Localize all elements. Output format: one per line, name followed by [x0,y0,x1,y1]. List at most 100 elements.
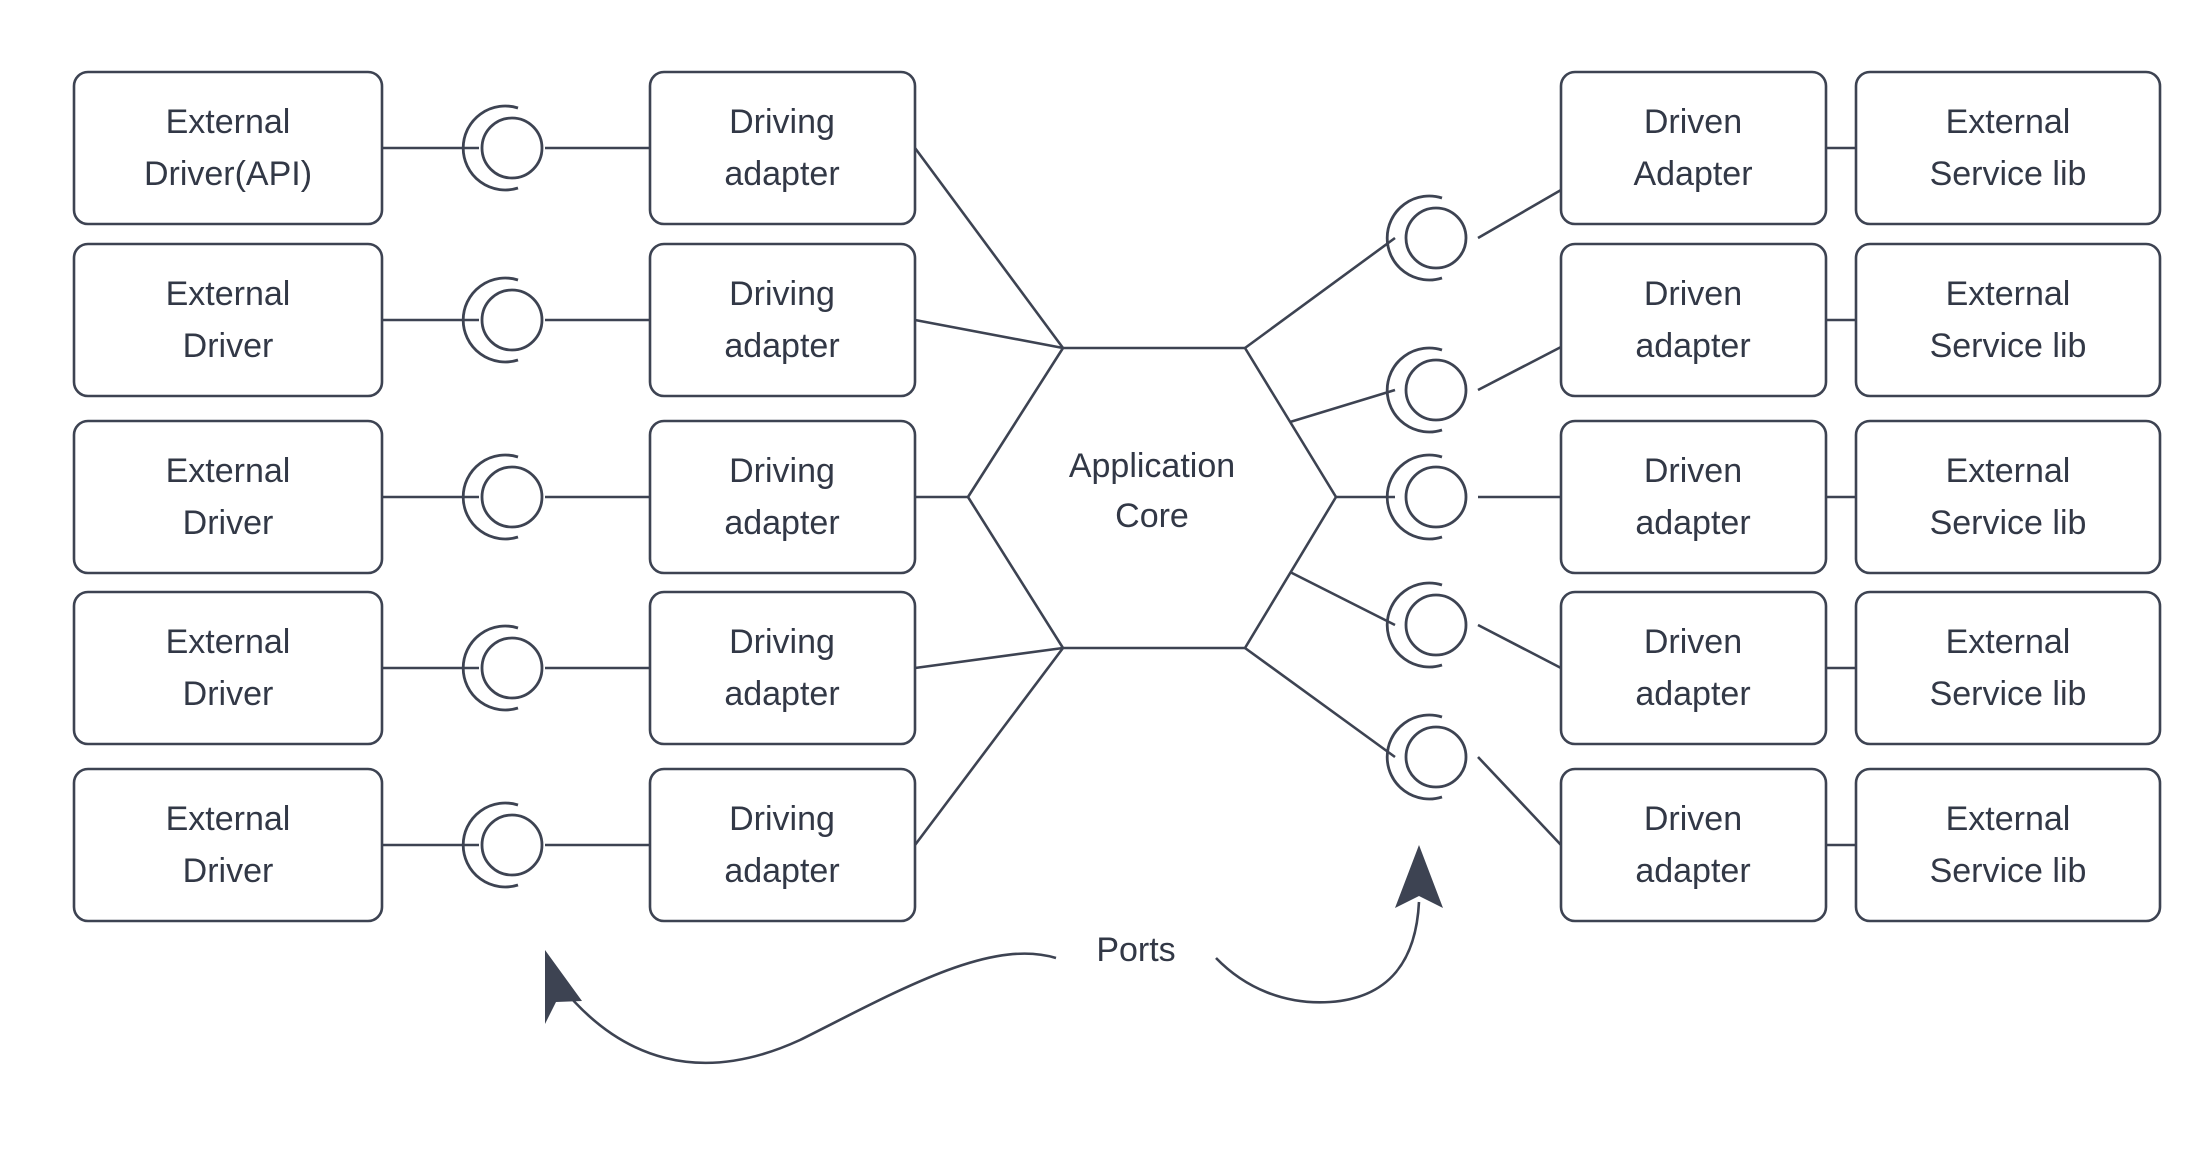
driven-adapter-box-4[interactable]: Driven adapter [1559,590,1828,746]
right-adapter-to-service-lines [1825,146,1856,847]
driving-adapter-rect-3[interactable] [648,419,917,575]
port-icon-right-2[interactable] [1385,346,1468,434]
external-service-box-5[interactable]: External Service lib [1854,767,2162,923]
ports-annotation-right-curve [1215,901,1421,1004]
driven-adapter-rect-5[interactable] [1559,767,1828,923]
external-driver-label-3-line1: External [166,452,291,490]
external-driver-boxes: External Driver(API) External Driver Ext… [72,70,384,923]
external-service-label-3-line1: External [1946,452,2071,490]
driving-adapter-rect-5[interactable] [648,767,917,923]
external-driver-box-4[interactable]: External Driver [72,590,384,746]
driven-adapter-box-1[interactable]: Driven Adapter [1559,70,1828,226]
driving-adapter-label-2-line2: adapter [724,327,839,365]
driving-adapter-rect-1[interactable] [648,70,917,226]
external-driver-rect-4[interactable] [72,590,384,746]
ports-annotation-right-arrowhead [1395,845,1443,908]
external-service-box-1[interactable]: External Service lib [1854,70,2162,226]
driving-adapter-label-1-line2: adapter [724,155,839,193]
driving-adapter-label-5-line2: adapter [724,852,839,890]
core-link-left-2 [914,318,1064,350]
driving-adapter-label-1-line1: Driving [729,103,835,141]
core-link-left-1 [913,147,1065,349]
port-icon-right-4[interactable] [1385,581,1468,669]
right-link-port-adapter-5 [1477,756,1562,846]
driven-adapter-label-4-line1: Driven [1644,623,1742,661]
driving-adapter-box-2[interactable]: Driving adapter [648,242,917,398]
driven-adapter-rect-2[interactable] [1559,242,1828,398]
driven-adapter-label-4-line2: adapter [1635,675,1750,713]
external-service-label-1-line2: Service lib [1930,155,2087,193]
driven-adapter-label-2-line1: Driven [1644,275,1742,313]
core-link-left-5 [913,647,1065,846]
external-driver-label-1-line2: Driver(API) [144,155,312,193]
external-driver-label-5-line1: External [166,800,291,838]
external-driver-rect-3[interactable] [72,419,384,575]
external-driver-label-3-line2: Driver [183,504,274,542]
core-link-right-2 [1289,388,1396,424]
diagram-canvas: Application Core External Driver(API) Ex… [0,0,2203,1149]
external-service-box-2[interactable]: External Service lib [1854,242,2162,398]
port-ball-right-5 [1404,725,1468,789]
driven-adapter-label-1-line2: Adapter [1633,155,1752,193]
driving-adapter-label-3-line1: Driving [729,452,835,490]
external-driver-rect-5[interactable] [72,767,384,923]
driven-adapter-boxes: Driven Adapter Driven adapter Driven ada… [1559,70,1828,923]
driving-adapter-box-1[interactable]: Driving adapter [648,70,917,226]
external-service-label-4-line2: Service lib [1930,675,2087,713]
external-driver-box-2[interactable]: External Driver [72,242,384,398]
driven-adapter-label-1-line1: Driven [1644,103,1742,141]
external-driver-box-5[interactable]: External Driver [72,767,384,923]
external-service-label-5-line2: Service lib [1930,852,2087,890]
port-ball-left-5 [480,813,544,877]
driving-adapter-label-5-line1: Driving [729,800,835,838]
port-icon-right-1[interactable] [1385,194,1468,282]
port-icon-right-5[interactable] [1385,713,1468,801]
core-link-right-4 [1289,570,1396,627]
external-service-rect-5[interactable] [1854,767,2162,923]
driven-adapter-rect-1[interactable] [1559,70,1828,226]
right-port-symbols [1385,194,1468,801]
driving-adapter-box-4[interactable]: Driving adapter [648,590,917,746]
ports-annotation-left-arrowhead [545,950,582,1024]
external-service-box-4[interactable]: External Service lib [1854,590,2162,746]
driving-adapter-box-3[interactable]: Driving adapter [648,419,917,575]
driving-adapter-box-5[interactable]: Driving adapter [648,767,917,923]
driving-adapter-rect-2[interactable] [648,242,917,398]
driven-adapter-rect-4[interactable] [1559,590,1828,746]
driving-adapter-label-3-line2: adapter [724,504,839,542]
external-service-rect-2[interactable] [1854,242,2162,398]
external-driver-rect-1[interactable] [72,70,384,226]
external-driver-label-2-line2: Driver [183,327,274,365]
external-service-rect-1[interactable] [1854,70,2162,226]
external-service-lib-boxes: External Service lib External Service li… [1854,70,2162,923]
right-link-port-adapter-1 [1477,188,1562,240]
external-driver-label-1-line1: External [166,103,291,141]
external-service-label-5-line1: External [1946,800,2071,838]
core-link-right-5 [1244,646,1396,759]
external-driver-label-4-line2: Driver [183,675,274,713]
driven-adapter-box-3[interactable]: Driven adapter [1559,419,1828,575]
right-link-port-adapter-4 [1477,623,1562,670]
port-ball-left-2 [480,288,544,352]
external-service-label-2-line1: External [1946,275,2071,313]
application-core-label-line1: Application [1069,447,1235,485]
external-driver-rect-2[interactable] [72,242,384,398]
core-link-right-1 [1244,236,1396,350]
driven-adapter-rect-3[interactable] [1559,419,1828,575]
driven-adapter-box-2[interactable]: Driven adapter [1559,242,1828,398]
ports-annotation-left-curve [558,952,1057,1065]
driving-adapter-label-4-line1: Driving [729,623,835,661]
external-driver-box-1[interactable]: External Driver(API) [72,70,384,226]
external-service-label-2-line2: Service lib [1930,327,2087,365]
external-service-rect-4[interactable] [1854,590,2162,746]
driven-adapter-label-2-line2: adapter [1635,327,1750,365]
external-driver-box-3[interactable]: External Driver [72,419,384,575]
driving-adapter-rect-4[interactable] [648,590,917,746]
driven-adapter-box-5[interactable]: Driven adapter [1559,767,1828,923]
right-link-port-adapter-2 [1477,345,1562,392]
ports-annotation-label: Ports [1096,931,1175,969]
external-service-rect-3[interactable] [1854,419,2162,575]
external-service-box-3[interactable]: External Service lib [1854,419,2162,575]
driven-adapter-label-5-line1: Driven [1644,800,1742,838]
port-icon-right-3[interactable] [1385,453,1468,541]
